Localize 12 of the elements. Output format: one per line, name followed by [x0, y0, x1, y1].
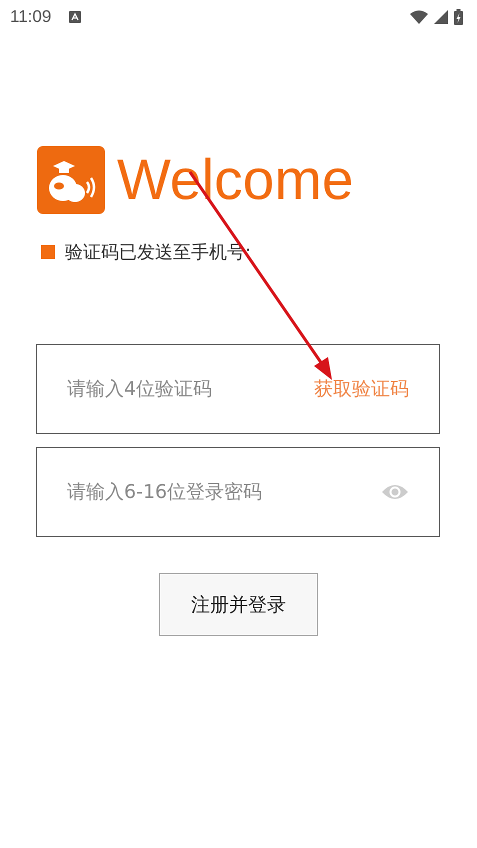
signal-icon [434, 10, 448, 24]
password-input[interactable]: 请输入6-16位登录密码 [65, 480, 381, 504]
logo-icon [37, 146, 105, 214]
wifi-icon [410, 10, 428, 24]
bullet-icon [41, 245, 55, 259]
eye-icon[interactable] [381, 483, 409, 501]
battery-icon [454, 9, 463, 25]
status-time: 11:09 [10, 7, 52, 27]
register-login-button[interactable]: 注册并登录 [159, 573, 318, 636]
code-input[interactable]: 请输入4位验证码 [65, 377, 314, 401]
keyboard-icon [69, 11, 82, 23]
welcome-title: Welcome [117, 147, 354, 214]
